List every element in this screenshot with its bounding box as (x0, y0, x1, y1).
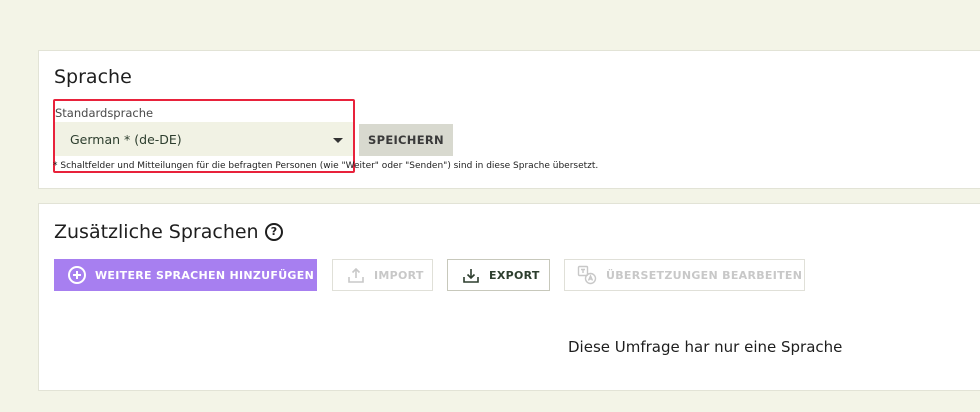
add-languages-button[interactable]: WEITERE SPRACHEN HINZUFÜGEN (54, 259, 317, 291)
edit-translations-button[interactable]: ÜBERSETZUNGEN BEARBEITEN (564, 259, 805, 291)
import-button[interactable]: IMPORT (332, 259, 433, 291)
export-label: EXPORT (489, 268, 540, 282)
edit-translations-label: ÜBERSETZUNGEN BEARBEITEN (606, 268, 803, 282)
upload-icon (347, 266, 365, 284)
add-languages-label: WEITERE SPRACHEN HINZUFÜGEN (95, 268, 315, 282)
export-button[interactable]: EXPORT (447, 259, 550, 291)
chevron-down-icon (333, 138, 343, 143)
additional-languages-title: Zusätzliche Sprachen (54, 221, 259, 243)
default-language-label: Standardsprache (55, 106, 154, 120)
import-label: IMPORT (374, 268, 424, 282)
save-button[interactable]: SPEICHERN (359, 124, 453, 156)
default-language-card: Sprache Standardsprache German * (de-DE)… (38, 50, 980, 189)
download-icon (462, 266, 480, 284)
additional-languages-card: Zusätzliche Sprachen ? WEITERE SPRACHEN … (38, 203, 980, 391)
single-language-message: Diese Umfrage har nur eine Sprache (568, 338, 843, 356)
translate-icon (577, 265, 597, 285)
selected-language-value: German * (de-DE) (70, 132, 182, 147)
language-section-title: Sprache (54, 66, 132, 88)
plus-circle-icon (68, 266, 86, 284)
help-icon[interactable]: ? (265, 223, 283, 241)
language-footnote: * Schaltfelder und Mitteilungen für die … (53, 161, 599, 171)
default-language-select[interactable]: German * (de-DE) (55, 122, 353, 156)
